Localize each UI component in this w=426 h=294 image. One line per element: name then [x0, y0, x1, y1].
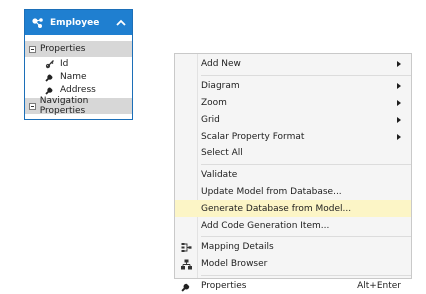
menu-item-label: Generate Database from Model...: [201, 203, 352, 214]
menu-item-grid[interactable]: Grid: [175, 111, 411, 128]
menu-item-label: Diagram: [201, 81, 240, 92]
menu-item-label: Mapping Details: [201, 242, 274, 253]
menu-item-add-code-generation-item[interactable]: Add Code Generation Item...: [175, 217, 411, 234]
collapse-box-icon[interactable]: [29, 45, 36, 53]
chevron-up-icon[interactable]: [116, 19, 126, 27]
entity-property-name[interactable]: Name: [25, 70, 132, 83]
entity-header[interactable]: Employee: [25, 10, 132, 35]
menu-item-validate[interactable]: Validate: [175, 167, 411, 184]
property-label: Name: [60, 71, 87, 82]
property-label: Address: [60, 84, 96, 95]
menu-item-model-browser[interactable]: Model Browser: [175, 256, 411, 273]
submenu-arrow-icon: [397, 61, 401, 68]
properties-section-header[interactable]: Properties: [25, 41, 132, 57]
navigation-section-label: Navigation Properties: [39, 96, 89, 116]
menu-item-select-all[interactable]: Select All: [175, 145, 411, 162]
menu-separator: [201, 163, 411, 165]
menu-item-label: Add Code Generation Item...: [201, 220, 330, 231]
property-label: Id: [60, 58, 69, 69]
menu-item-label: Scalar Property Format: [201, 131, 305, 142]
entity-title: Employee: [50, 17, 100, 28]
menu-item-generate-database-from-model[interactable]: Generate Database from Model...: [175, 200, 411, 218]
properties-section-label: Properties: [40, 44, 86, 54]
menu-item-mapping-details[interactable]: Mapping Details: [175, 239, 411, 256]
menu-item-label: Select All: [201, 148, 243, 159]
mapping-details-icon: [181, 242, 192, 252]
menu-separator: [201, 274, 411, 276]
menu-item-update-model-from-database[interactable]: Update Model from Database...: [175, 184, 411, 201]
menu-item-label: Zoom: [201, 97, 227, 108]
menu-item-zoom[interactable]: Zoom: [175, 95, 411, 112]
submenu-arrow-icon: [397, 133, 401, 140]
menu-item-scalar-property-format[interactable]: Scalar Property Format: [175, 128, 411, 145]
submenu-arrow-icon: [397, 83, 401, 90]
menu-item-label: Validate: [201, 170, 238, 181]
wrench-icon: [181, 283, 190, 292]
collapse-box-icon[interactable]: [29, 102, 36, 110]
submenu-arrow-icon: [397, 116, 401, 123]
entity-icon: [32, 17, 43, 28]
entity-property-id[interactable]: Id: [25, 57, 132, 70]
wrench-icon: [45, 86, 53, 95]
context-menu: Add New Diagram Zoom Grid Scalar Propert…: [174, 53, 412, 292]
menu-item-label: Update Model from Database...: [201, 186, 342, 197]
menu-item-add-new[interactable]: Add New: [175, 56, 411, 73]
entity-property-address[interactable]: Address: [25, 83, 132, 96]
menu-item-diagram[interactable]: Diagram: [175, 78, 411, 95]
employee-entity[interactable]: Employee Properties Id Name Address Navi…: [24, 9, 133, 120]
navigation-properties-section-header[interactable]: Navigation Properties: [25, 96, 132, 116]
menu-item-label: Grid: [201, 114, 220, 125]
wrench-icon: [45, 73, 53, 82]
menu-separator: [201, 235, 411, 237]
menu-item-label: Add New: [201, 59, 241, 70]
key-icon: [45, 59, 54, 68]
menu-item-label: Model Browser: [201, 259, 268, 270]
model-browser-icon: [181, 259, 192, 270]
submenu-arrow-icon: [397, 99, 401, 106]
menu-separator: [201, 74, 411, 76]
